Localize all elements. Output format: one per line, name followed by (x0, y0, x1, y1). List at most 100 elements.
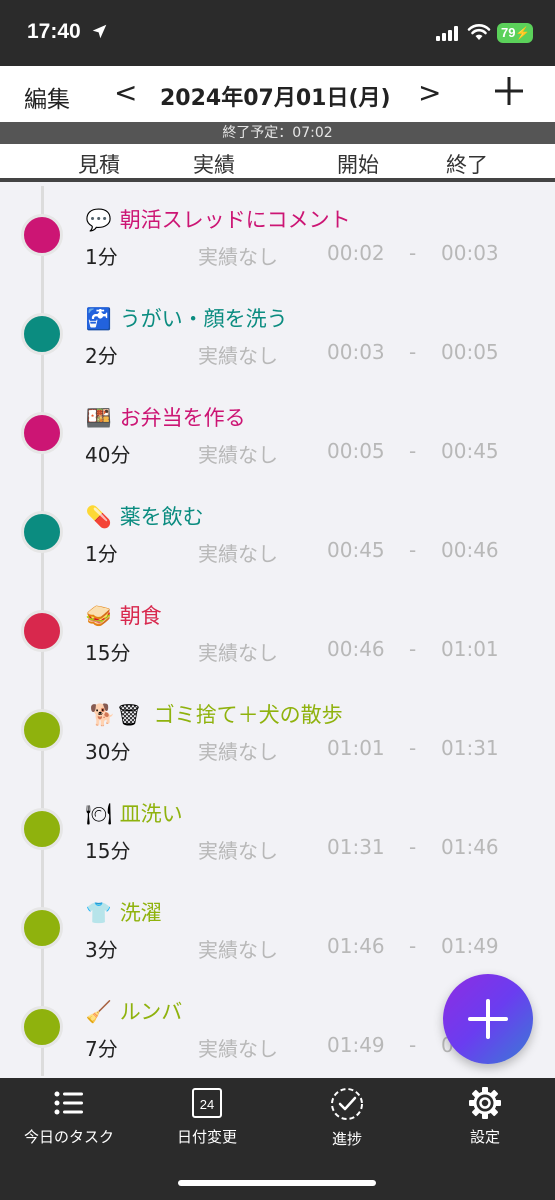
time-separator: - (409, 934, 417, 958)
calendar-day: 24 (200, 1097, 214, 1112)
shirt-icon: 👕 (85, 901, 113, 925)
task-actual: 実績なし (198, 839, 278, 863)
task-end: 00:03 (441, 241, 499, 265)
home-indicator[interactable] (178, 1180, 376, 1186)
task-item[interactable]: 🍱 お弁当を作る 40分 実績なし 00:05 - 00:45 (0, 384, 555, 483)
floating-add-button[interactable] (443, 974, 533, 1064)
bento-box-icon: 🍱 (85, 406, 113, 430)
tab-progress[interactable]: 進捗 (287, 1086, 407, 1149)
task-color-dot[interactable] (21, 214, 63, 256)
navigation-bar: 編集 < 2024年07月01日(月) > (0, 66, 555, 122)
task-end: 00:46 (441, 538, 499, 562)
add-task-plus-icon[interactable] (493, 75, 525, 107)
task-actual: 実績なし (198, 542, 278, 566)
charging-bolt-icon: ⚡ (515, 26, 530, 40)
time-separator: - (409, 1033, 417, 1057)
progress-check-icon (331, 1088, 363, 1120)
task-title-line: 🐕🗑 ゴミ捨て＋犬の散歩 (85, 699, 343, 729)
task-estimate: 15分 (85, 839, 131, 863)
task-title-line: 💬 朝活スレッドにコメント (85, 204, 351, 234)
task-title: 朝食 (119, 604, 162, 628)
task-color-dot[interactable] (21, 511, 63, 553)
task-item[interactable]: 🚰 うがい・顔を洗う 2分 実績なし 00:03 - 00:05 (0, 285, 555, 384)
task-estimate: 40分 (85, 443, 131, 467)
task-start: 00:02 (327, 241, 385, 265)
task-start: 01:01 (327, 736, 385, 760)
task-title-line: 💊 薬を飲む (85, 501, 204, 531)
task-start: 01:46 (327, 934, 385, 958)
task-actual: 実績なし (198, 641, 278, 665)
task-actual: 実績なし (198, 1037, 278, 1061)
task-title-line: 👕 洗濯 (85, 897, 162, 927)
gear-icon (469, 1087, 501, 1119)
time-separator: - (409, 439, 417, 463)
battery-level: 79 (501, 25, 516, 40)
task-end: 01:01 (441, 637, 499, 661)
task-title: お弁当を作る (119, 406, 246, 430)
task-start: 01:49 (327, 1033, 385, 1057)
task-color-dot[interactable] (21, 1006, 63, 1048)
current-date[interactable]: 2024年07月01日(月) (160, 80, 391, 112)
column-estimate: 見積 (78, 153, 120, 177)
task-actual: 実績なし (198, 344, 278, 368)
time-separator: - (409, 538, 417, 562)
task-actual: 実績なし (198, 245, 278, 269)
task-start: 01:31 (327, 835, 385, 859)
task-color-dot[interactable] (21, 808, 63, 850)
column-start: 開始 (337, 153, 379, 177)
time-separator: - (409, 241, 417, 265)
task-color-dot[interactable] (21, 709, 63, 751)
edit-button[interactable]: 編集 (24, 80, 70, 114)
task-estimate: 7分 (85, 1037, 118, 1061)
column-end: 終了 (446, 153, 488, 177)
pill-icon: 💊 (85, 505, 113, 529)
task-item[interactable]: 🐕🗑 ゴミ捨て＋犬の散歩 30分 実績なし 01:01 - 01:31 (0, 681, 555, 780)
task-estimate: 1分 (85, 542, 118, 566)
tab-label: 日付変更 (176, 1128, 237, 1146)
battery-indicator: 79 ⚡ (497, 23, 533, 43)
task-color-dot[interactable] (21, 313, 63, 355)
column-actual: 実績 (193, 153, 235, 177)
time-separator: - (409, 835, 417, 859)
task-estimate: 1分 (85, 245, 118, 269)
task-item[interactable]: 🍽 皿洗い 15分 実績なし 01:31 - 01:46 (0, 780, 555, 879)
wifi-icon (467, 24, 491, 40)
task-item[interactable]: 👕 洗濯 3分 実績なし 01:46 - 01:49 (0, 879, 555, 978)
location-arrow-icon (92, 24, 107, 39)
task-color-dot[interactable] (21, 610, 63, 652)
task-color-dot[interactable] (21, 412, 63, 454)
task-end: 00:45 (441, 439, 499, 463)
previous-day-button[interactable]: < (114, 76, 137, 109)
sandwich-icon: 🥪 (85, 604, 113, 628)
time-separator: - (409, 736, 417, 760)
task-item[interactable]: 🥪 朝食 15分 実績なし 00:46 - 01:01 (0, 582, 555, 681)
column-header: 見積 実績 開始 終了 (0, 144, 555, 182)
task-start: 00:46 (327, 637, 385, 661)
task-title-line: 🍽 皿洗い (85, 798, 183, 828)
task-title-line: 🥪 朝食 (85, 600, 162, 630)
task-actual: 実績なし (198, 740, 278, 764)
task-title: 洗濯 (119, 901, 162, 925)
speech-bubble-icon: 💬 (85, 208, 113, 232)
dog-and-trash-icon: 🐕🗑 (89, 703, 143, 727)
next-day-button[interactable]: > (418, 76, 441, 109)
task-estimate: 3分 (85, 938, 118, 962)
time-separator: - (409, 340, 417, 364)
task-start: 00:05 (327, 439, 385, 463)
calendar-icon: 24 (192, 1088, 222, 1118)
list-icon (54, 1091, 83, 1115)
tab-settings[interactable]: 設定 (425, 1086, 545, 1147)
plate-cutlery-icon: 🍽 (85, 802, 113, 826)
task-color-dot[interactable] (21, 907, 63, 949)
task-end: 00:05 (441, 340, 499, 364)
task-actual: 実績なし (198, 443, 278, 467)
task-item[interactable]: 💊 薬を飲む 1分 実績なし 00:45 - 00:46 (0, 483, 555, 582)
task-title: うがい・顔を洗う (119, 307, 288, 331)
plus-icon (468, 999, 508, 1039)
tab-label: 進捗 (331, 1130, 362, 1148)
task-estimate: 15分 (85, 641, 131, 665)
task-item[interactable]: 💬 朝活スレッドにコメント 1分 実績なし 00:02 - 00:03 (0, 186, 555, 285)
task-title: ルンバ (119, 1000, 183, 1024)
tab-change-date[interactable]: 24 日付変更 (147, 1086, 267, 1147)
tab-today-tasks[interactable]: 今日のタスク (9, 1086, 129, 1147)
